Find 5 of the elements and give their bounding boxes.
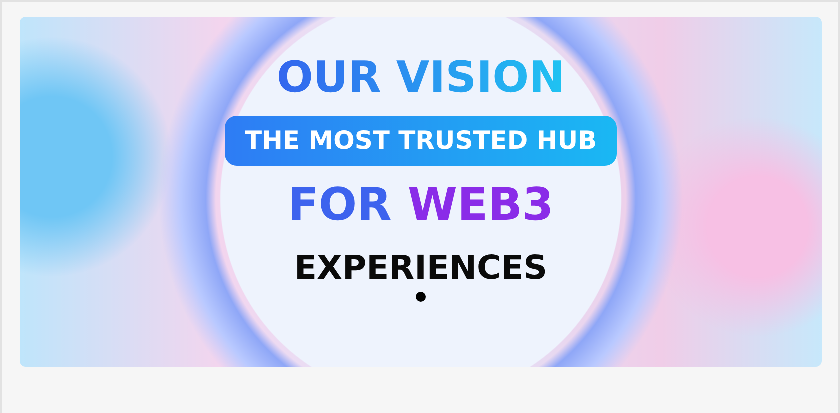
banner-tagline: THE MOST TRUSTED HUB [224, 116, 618, 166]
banner-highlight-word: WEB3 [408, 182, 554, 226]
banner-closing-text: EXPERIENCES [294, 250, 548, 284]
banner-highlight-word: FOR [288, 182, 392, 226]
carousel-indicator[interactable] [416, 292, 426, 302]
